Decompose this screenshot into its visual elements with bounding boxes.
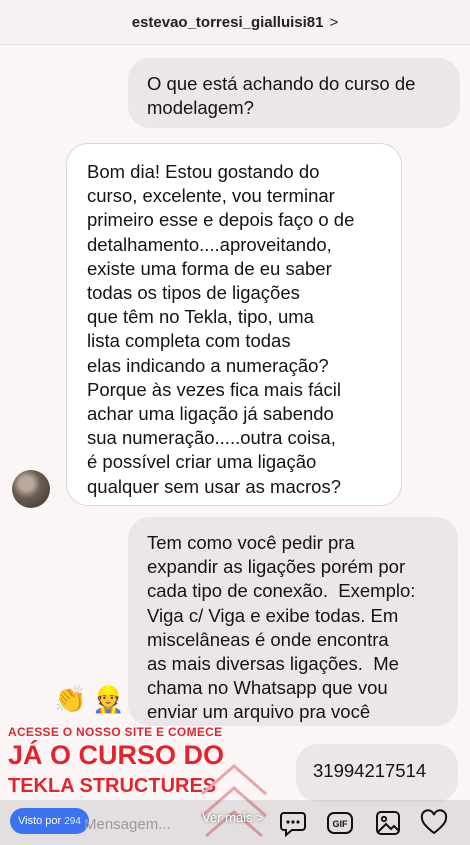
gif-label: GIF — [333, 819, 349, 829]
viewers-label: Visto por — [18, 815, 62, 827]
promo-line-1: ACESSE O NOSSO SITE E COMECE — [8, 725, 223, 739]
see-more-arrow-icon: > — [256, 810, 264, 825]
chat-bubble-icon[interactable] — [279, 809, 307, 837]
message-bubble-sent: Tem como você pedir pra expandir as liga… — [128, 517, 458, 726]
message-bubble-received: Bom dia! Estou gostando do curso, excele… — [66, 143, 402, 506]
header-chevron-icon[interactable]: > — [330, 14, 339, 31]
message-bubble-sent: O que está achando do curso de modelagem… — [128, 58, 460, 128]
promo-line-3: TEKLA STRUCTURES — [8, 775, 217, 797]
promo-emojis: 👏 👷 — [54, 684, 125, 714]
chat-header: estevao_torresi_gialluisi81 > — [0, 0, 470, 45]
viewers-badge[interactable]: Visto por 294 — [10, 808, 89, 834]
see-more-link[interactable]: Ver mais > — [202, 810, 264, 825]
header-username[interactable]: estevao_torresi_gialluisi81 — [132, 14, 324, 31]
avatar[interactable] — [12, 470, 50, 508]
promo-banner: ACESSE O NOSSO SITE E COMECE JÁ O CURSO … — [8, 725, 224, 797]
viewers-count: 294 — [64, 815, 81, 827]
message-input[interactable]: Mensagem... — [84, 816, 171, 833]
heart-icon[interactable] — [420, 809, 448, 837]
promo-line-2: JÁ O CURSO DO — [8, 740, 225, 770]
message-bubble-phone: 31994217514 — [296, 744, 458, 802]
gif-icon[interactable]: GIF — [326, 809, 354, 837]
construction-worker-emoji: 👷 — [92, 684, 125, 714]
image-icon[interactable] — [374, 809, 402, 837]
clapping-hands-emoji: 👏 — [54, 684, 87, 714]
see-more-label: Ver mais — [202, 810, 253, 825]
